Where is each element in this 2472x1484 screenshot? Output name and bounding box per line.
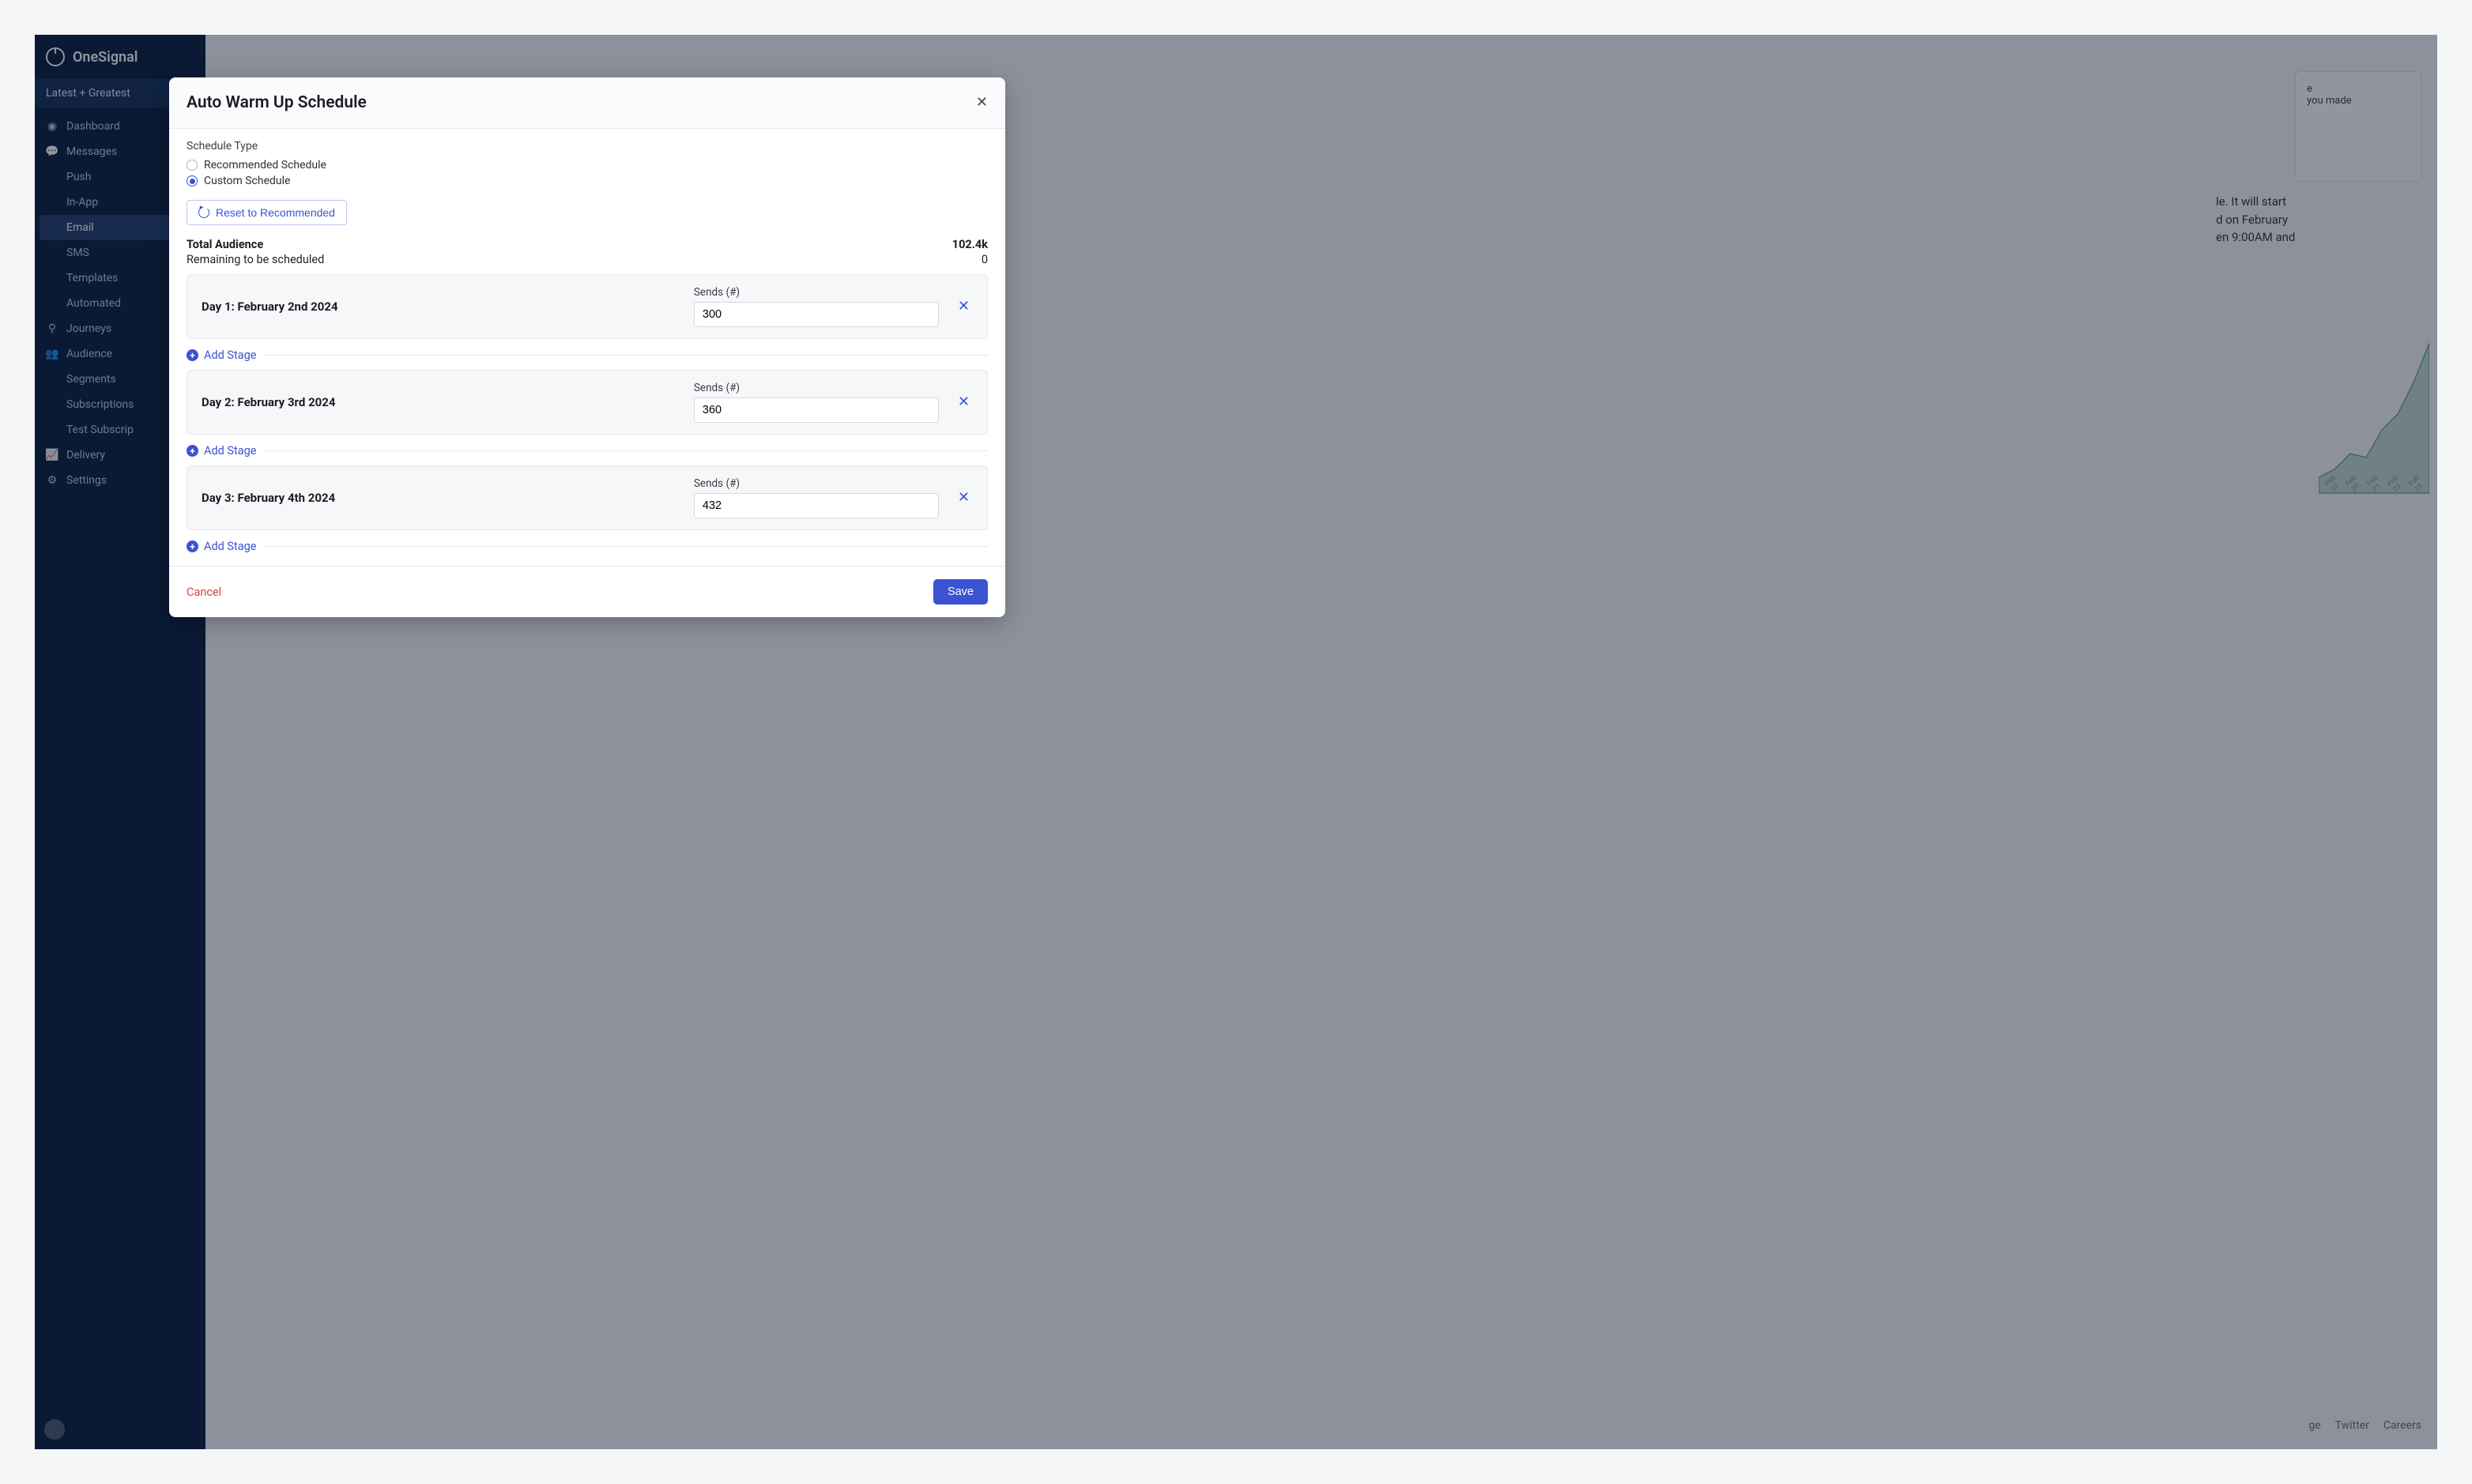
sends-column: Sends (#) (694, 477, 939, 518)
radio-recommended[interactable]: Recommended Schedule (187, 157, 988, 173)
app-frame: OneSignal Latest + Greatest ◉ Dashboard … (35, 35, 2437, 1449)
total-audience-value: 102.4k (952, 238, 988, 251)
stage-card: Day 2: February 3rd 2024 Sends (#) ✕ (187, 370, 988, 435)
close-icon[interactable]: ✕ (976, 96, 988, 110)
sends-input[interactable] (694, 397, 939, 423)
remove-stage-icon[interactable]: ✕ (955, 488, 973, 508)
total-audience-row: Total Audience 102.4k (187, 238, 988, 251)
add-stage-button[interactable]: + Add Stage (187, 348, 256, 362)
remove-stage-icon[interactable]: ✕ (955, 296, 973, 317)
sends-column: Sends (#) (694, 286, 939, 327)
remaining-label: Remaining to be scheduled (187, 253, 324, 266)
modal-title: Auto Warm Up Schedule (187, 93, 367, 112)
remaining-row: Remaining to be scheduled 0 (187, 253, 988, 266)
add-stage-label: Add Stage (204, 540, 256, 553)
remove-stage-icon[interactable]: ✕ (955, 392, 973, 412)
divider (264, 355, 988, 356)
radio-label: Custom Schedule (204, 175, 290, 187)
reset-icon (198, 207, 209, 218)
schedule-type-label: Schedule Type (187, 140, 988, 153)
sends-column: Sends (#) (694, 382, 939, 423)
plus-circle-icon: + (187, 445, 198, 457)
add-stage-button[interactable]: + Add Stage (187, 540, 256, 553)
add-stage-button[interactable]: + Add Stage (187, 444, 256, 458)
sends-input[interactable] (694, 302, 939, 327)
modal-footer: Cancel Save (169, 566, 1005, 617)
stage-day-label: Day 3: February 4th 2024 (202, 491, 678, 505)
stage-day-label: Day 2: February 3rd 2024 (202, 395, 678, 409)
sends-input[interactable] (694, 493, 939, 518)
radio-custom[interactable]: Custom Schedule (187, 173, 988, 189)
add-stage-label: Add Stage (204, 444, 256, 458)
divider (264, 450, 988, 451)
sends-label: Sends (#) (694, 477, 939, 490)
totals: Total Audience 102.4k Remaining to be sc… (187, 238, 988, 266)
add-stage-divider: + Add Stage (187, 444, 988, 458)
total-audience-label: Total Audience (187, 238, 263, 251)
remaining-value: 0 (982, 253, 988, 266)
radio-icon (187, 175, 198, 186)
add-stage-label: Add Stage (204, 348, 256, 362)
save-button[interactable]: Save (933, 579, 988, 605)
modal: Auto Warm Up Schedule ✕ Schedule Type Re… (169, 77, 1005, 617)
modal-body: Schedule Type Recommended Schedule Custo… (169, 129, 1005, 566)
stage-card: Day 3: February 4th 2024 Sends (#) ✕ (187, 465, 988, 530)
cancel-button[interactable]: Cancel (187, 586, 221, 599)
add-stage-divider: + Add Stage (187, 348, 988, 362)
sends-label: Sends (#) (694, 382, 939, 394)
modal-header: Auto Warm Up Schedule ✕ (169, 77, 1005, 129)
reset-button[interactable]: Reset to Recommended (187, 200, 347, 225)
reset-button-label: Reset to Recommended (216, 206, 335, 219)
add-stage-divider: + Add Stage (187, 540, 988, 553)
plus-circle-icon: + (187, 349, 198, 361)
sends-label: Sends (#) (694, 286, 939, 299)
stage-day-label: Day 1: February 2nd 2024 (202, 299, 678, 314)
divider (264, 546, 988, 547)
stage-card: Day 1: February 2nd 2024 Sends (#) ✕ (187, 274, 988, 339)
radio-icon (187, 160, 198, 171)
plus-circle-icon: + (187, 540, 198, 552)
radio-label: Recommended Schedule (204, 159, 326, 171)
